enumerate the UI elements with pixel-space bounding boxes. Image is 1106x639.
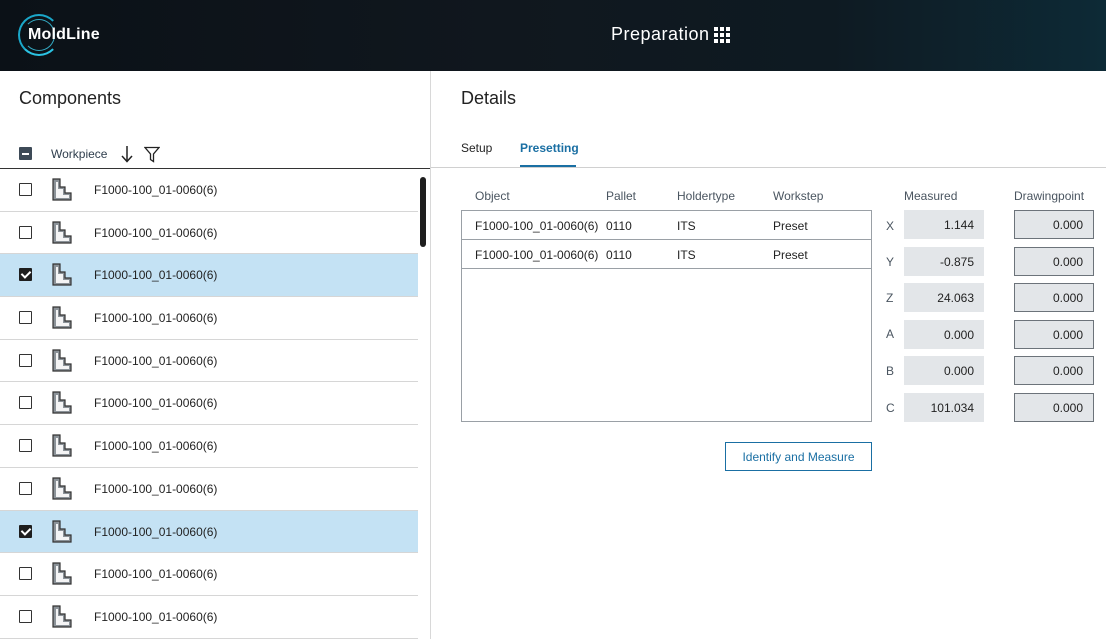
list-item[interactable]: F1000-100_01-0060(6)	[0, 595, 418, 639]
list-item-label: F1000-100_01-0060(6)	[94, 396, 218, 411]
row-checkbox[interactable]	[19, 353, 32, 367]
list-scrollbar[interactable]	[420, 177, 426, 247]
column-header-holdertype: Holdertype	[677, 189, 736, 203]
axis-label-c: C	[886, 401, 895, 415]
column-header-object: Object	[475, 189, 510, 203]
workpiece-icon	[52, 477, 72, 500]
list-item-label: F1000-100_01-0060(6)	[94, 183, 218, 197]
row-checkbox[interactable]	[19, 396, 32, 410]
list-item-label: F1000-100_01-0060(6)	[94, 609, 218, 624]
workpiece-icon	[52, 605, 72, 628]
axis-label-b: B	[886, 364, 895, 378]
axis-label-a: A	[886, 327, 895, 341]
cell-object: F1000-100_01-0060(6)	[475, 248, 599, 262]
select-all-checkbox[interactable]	[19, 147, 32, 160]
workpiece-icon	[52, 434, 72, 457]
list-item-label: F1000-100_01-0060(6)	[94, 268, 218, 283]
measured-x: 1.144	[904, 210, 984, 239]
drawingpoint-a[interactable]: 0.000	[1014, 320, 1094, 349]
list-item[interactable]: F1000-100_01-0060(6)	[0, 425, 418, 468]
workpiece-icon	[52, 349, 72, 372]
grid-apps-icon[interactable]	[714, 27, 730, 43]
components-title: Components	[19, 88, 122, 108]
components-list-header: Workpiece	[0, 141, 430, 169]
list-item-label: F1000-100_01-0060(6)	[94, 567, 218, 582]
top-bar: MoldLine Preparation	[0, 0, 1106, 71]
drawingpoint-z[interactable]: 0.000	[1014, 283, 1094, 312]
row-checkbox[interactable]	[19, 225, 32, 239]
list-item[interactable]: F1000-100_01-0060(6)	[0, 467, 418, 511]
list-item[interactable]: F1000-100_01-0060(6)	[0, 382, 418, 426]
axis-label-x: X	[886, 219, 895, 233]
workpiece-icon	[52, 263, 72, 286]
axis-label-z: Z	[886, 291, 894, 305]
identify-and-measure-button[interactable]: Identify and Measure	[725, 442, 872, 471]
moldline-logo: MoldLine	[18, 14, 138, 56]
measured-label: Measured	[904, 189, 958, 203]
list-item[interactable]: F1000-100_01-0060(6)	[0, 211, 418, 255]
components-panel: Components Workpiece F1000-100_01-0060(6…	[0, 71, 430, 639]
workpiece-icon	[52, 562, 72, 585]
measured-a: 0.000	[904, 320, 984, 349]
row-checkbox[interactable]	[19, 609, 32, 623]
row-checkbox[interactable]	[19, 311, 32, 325]
cell-object: F1000-100_01-0060(6)	[475, 219, 599, 233]
workpiece-icon	[52, 519, 72, 543]
tab-presetting[interactable]: Presetting	[520, 141, 579, 155]
row-checkbox[interactable]	[19, 268, 32, 282]
list-item[interactable]: F1000-100_01-0060(6)	[0, 510, 418, 554]
row-checkbox[interactable]	[19, 183, 32, 196]
row-checkbox[interactable]	[19, 524, 32, 538]
details-title: Details	[461, 88, 517, 108]
object-table: F1000-100_01-0060(6) 0110 ITS Preset F10…	[461, 210, 872, 422]
axis-label-y: Y	[886, 255, 895, 269]
cell-workstep: Preset	[773, 248, 808, 262]
workpiece-icon	[52, 178, 72, 201]
drawingpoint-b[interactable]: 0.000	[1014, 356, 1094, 385]
workpiece-icon	[52, 391, 72, 415]
details-panel: Details Setup Presetting Object Pallet H…	[431, 71, 1106, 639]
cell-pallet: 0110	[606, 219, 632, 233]
measured-c: 101.034	[904, 393, 984, 422]
list-item-label: F1000-100_01-0060(6)	[94, 524, 218, 539]
list-item-label: F1000-100_01-0060(6)	[94, 225, 218, 240]
list-item-label: F1000-100_01-0060(6)	[94, 481, 218, 496]
arrow-down-icon[interactable]	[120, 145, 134, 163]
workpiece-column-label[interactable]: Workpiece	[51, 147, 107, 161]
list-item[interactable]: F1000-100_01-0060(6)	[0, 297, 418, 340]
tabs-divider	[431, 167, 1106, 168]
drawingpoint-c[interactable]: 0.000	[1014, 393, 1094, 422]
table-row[interactable]: F1000-100_01-0060(6) 0110 ITS Preset	[462, 240, 871, 269]
workpiece-icon	[52, 306, 72, 329]
cell-workstep: Preset	[773, 219, 808, 233]
cell-holdertype: ITS	[677, 248, 696, 262]
workpiece-icon	[52, 221, 72, 244]
measured-z: 24.063	[904, 283, 984, 312]
drawingpoint-label: Drawingpoint	[1014, 189, 1085, 203]
tab-setup[interactable]: Setup	[461, 141, 492, 155]
measured-y: -0.875	[904, 247, 984, 276]
column-header-workstep: Workstep	[773, 189, 824, 203]
list-item[interactable]: F1000-100_01-0060(6)	[0, 169, 418, 212]
row-checkbox[interactable]	[19, 481, 32, 495]
drawingpoint-x[interactable]: 0.000	[1014, 210, 1094, 239]
cell-pallet: 0110	[606, 248, 632, 262]
cell-holdertype: ITS	[677, 219, 696, 233]
list-item-label: F1000-100_01-0060(6)	[94, 311, 218, 326]
app-title: Preparation	[611, 24, 710, 44]
row-checkbox[interactable]	[19, 567, 32, 581]
logo-text: MoldLine	[28, 26, 100, 43]
drawingpoint-y[interactable]: 0.000	[1014, 247, 1094, 276]
list-item[interactable]: F1000-100_01-0060(6)	[0, 553, 418, 596]
filter-icon[interactable]	[144, 146, 160, 163]
column-header-pallet: Pallet	[606, 189, 637, 203]
measured-b: 0.000	[904, 356, 984, 385]
table-row[interactable]: F1000-100_01-0060(6) 0110 ITS Preset	[462, 211, 871, 240]
list-item[interactable]: F1000-100_01-0060(6)	[0, 254, 418, 298]
list-item-label: F1000-100_01-0060(6)	[94, 439, 218, 454]
components-list: F1000-100_01-0060(6) F1000-100_01-0060(6)…	[0, 169, 418, 639]
row-checkbox[interactable]	[19, 439, 32, 453]
list-item-label: F1000-100_01-0060(6)	[94, 353, 218, 368]
list-item[interactable]: F1000-100_01-0060(6)	[0, 339, 418, 383]
